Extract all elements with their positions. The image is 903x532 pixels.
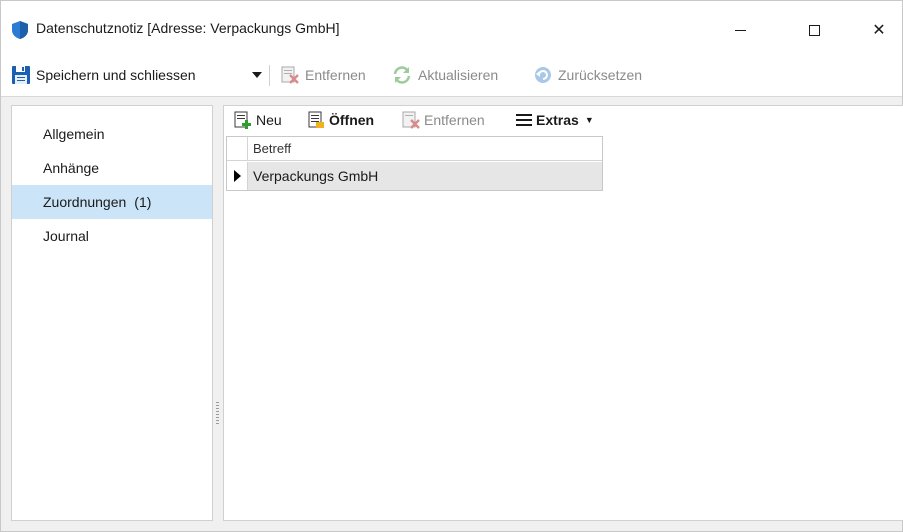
assignments-toolbar: Neu Öffnen Entfernen Extras ▼ xyxy=(224,106,903,134)
open-button[interactable]: Öffnen xyxy=(307,106,374,134)
new-document-icon xyxy=(234,111,251,129)
dropdown-caret-icon: ▼ xyxy=(584,115,594,125)
nav-item-allgemein[interactable]: Allgemein xyxy=(12,117,212,151)
maximize-icon xyxy=(808,24,820,36)
column-header-betreff[interactable]: Betreff xyxy=(253,141,291,156)
nav-item-journal[interactable]: Journal xyxy=(12,219,212,253)
window-title: Datenschutznotiz [Adresse: Verpackungs G… xyxy=(36,20,340,36)
open-label: Öffnen xyxy=(329,112,375,128)
remove-document-icon xyxy=(402,111,420,129)
title-bar: Datenschutznotiz [Adresse: Verpackungs G… xyxy=(1,1,902,55)
save-options-dropdown[interactable] xyxy=(249,58,265,92)
save-and-close-label: Speichern und schliessen xyxy=(36,67,196,83)
cell-betreff: Verpackungs GmbH xyxy=(253,168,379,184)
remove-label: Entfernen xyxy=(305,67,366,83)
open-document-icon xyxy=(308,111,324,128)
toolbar-separator xyxy=(269,65,270,86)
refresh-button[interactable]: Aktualisieren xyxy=(392,58,498,92)
grid-corner-cell xyxy=(227,137,248,161)
dialog-window: Datenschutznotiz [Adresse: Verpackungs G… xyxy=(0,0,903,532)
refresh-icon xyxy=(393,66,411,84)
remove-button[interactable]: Entfernen xyxy=(281,58,366,92)
navigation-panel: Allgemein Anhänge Zuordnungen (1) Journa… xyxy=(11,105,213,521)
save-and-close-button[interactable]: Speichern und schliessen xyxy=(12,58,196,92)
close-icon: ✕ xyxy=(872,22,886,39)
hamburger-menu-icon xyxy=(516,114,532,126)
extras-label: Extras xyxy=(536,112,579,128)
table-row[interactable]: Verpackungs GmbH xyxy=(227,162,602,190)
minimize-icon xyxy=(734,29,746,31)
nav-item-anhaenge[interactable]: Anhänge xyxy=(12,151,212,185)
refresh-label: Aktualisieren xyxy=(418,67,499,83)
minimize-button[interactable] xyxy=(717,14,763,46)
splitter-handle[interactable] xyxy=(216,402,219,426)
new-label: Neu xyxy=(256,112,282,128)
nav-item-zuordnungen[interactable]: Zuordnungen (1) xyxy=(12,185,212,219)
reset-button[interactable]: Zurücksetzen xyxy=(534,58,642,92)
shield-icon xyxy=(12,21,28,39)
nav-item-label: Allgemein xyxy=(43,126,105,142)
extras-menu-button[interactable]: Extras ▼ xyxy=(516,106,594,134)
reset-label: Zurücksetzen xyxy=(558,67,643,83)
current-row-arrow-icon xyxy=(233,170,241,182)
nav-item-label: Zuordnungen xyxy=(43,194,127,210)
assignments-panel: Neu Öffnen Entfernen Extras ▼ Betreff Ve… xyxy=(223,105,903,521)
row-indicator xyxy=(227,162,248,190)
remove-assignment-label: Entfernen xyxy=(424,112,485,128)
chevron-down-icon xyxy=(252,72,262,78)
remove-assignment-button[interactable]: Entfernen xyxy=(402,106,485,134)
close-button[interactable]: ✕ xyxy=(856,14,902,46)
maximize-button[interactable] xyxy=(791,14,837,46)
floppy-disk-icon xyxy=(12,66,30,84)
new-button[interactable]: Neu xyxy=(234,106,282,134)
main-toolbar: Speichern und schliessen Entfernen Aktua… xyxy=(1,58,902,92)
nav-item-label: Anhänge xyxy=(43,160,100,176)
nav-item-label: Journal xyxy=(43,228,89,244)
grid-header-row: Betreff xyxy=(227,137,602,161)
nav-item-count: (1) xyxy=(134,194,152,210)
content-area: Allgemein Anhänge Zuordnungen (1) Journa… xyxy=(1,97,903,531)
remove-document-icon xyxy=(281,66,299,84)
assignments-grid: Betreff Verpackungs GmbH xyxy=(226,136,603,191)
undo-icon xyxy=(535,67,551,83)
